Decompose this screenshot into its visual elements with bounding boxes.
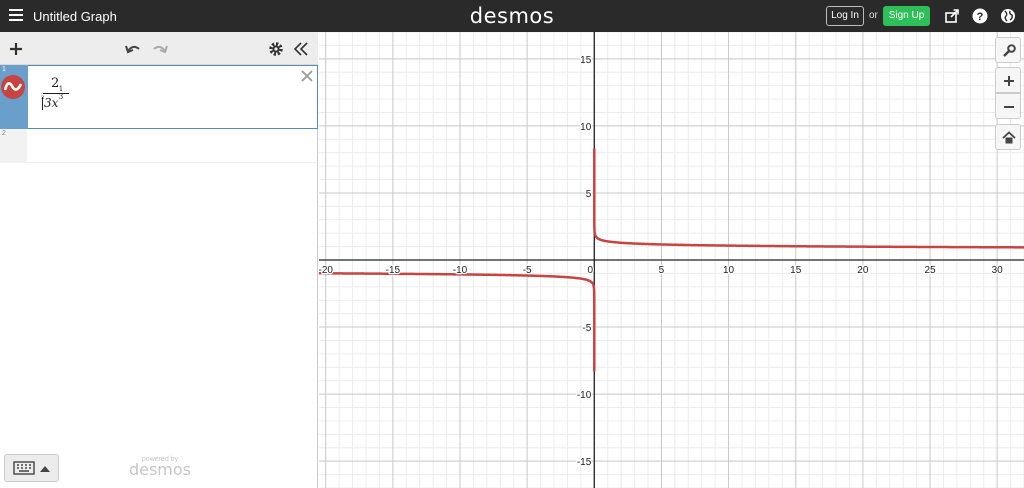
x-tick-label: 25 xyxy=(924,265,936,276)
menu-icon[interactable] xyxy=(9,9,23,23)
graph-toggle-icon[interactable] xyxy=(1,75,25,99)
powered-by-logo: desmos xyxy=(128,460,192,479)
zoom-out-button[interactable] xyxy=(995,93,1021,119)
add-icon[interactable] xyxy=(7,40,25,58)
expression-panel: 1 2 3 3x 1 3 xyxy=(0,32,318,488)
signup-button[interactable]: Sign Up xyxy=(883,6,930,26)
x-tick-label: -10 xyxy=(453,265,468,276)
graph-canvas[interactable]: -20 -15 -10 -5 0 5 10 15 20 25 30 15 10 5 -5 -10 -15 xyxy=(319,32,1024,488)
zoom-in-button[interactable] xyxy=(995,67,1021,93)
home-icon xyxy=(1002,131,1016,144)
radical-sign xyxy=(42,97,43,110)
math-exponent: 1 3 xyxy=(57,86,65,101)
x-tick-label: 5 xyxy=(659,265,665,276)
y-tick-label: -5 xyxy=(582,323,591,334)
login-button[interactable]: Log In xyxy=(826,6,864,26)
expression-math[interactable]: 2 3 3x 1 3 xyxy=(41,76,81,120)
keyboard-button[interactable] xyxy=(4,454,59,482)
exponent-denominator: 3 xyxy=(57,93,65,101)
expression-gutter: 2 xyxy=(0,129,27,163)
x-tick-label: 15 xyxy=(790,265,802,276)
top-bar: Untitled Graph desmos Log In or Sign Up … xyxy=(0,0,1024,32)
x-tick-label: 0 xyxy=(588,265,594,276)
x-tick-label: -20 xyxy=(319,265,333,276)
y-tick-label: 15 xyxy=(580,55,592,66)
y-tick-label: 5 xyxy=(586,189,592,200)
default-zoom-button[interactable] xyxy=(995,124,1021,150)
x-tick-label: -5 xyxy=(523,265,532,276)
svg-text:?: ? xyxy=(977,11,984,23)
collapse-icon[interactable] xyxy=(292,40,310,58)
exponent-numerator: 1 xyxy=(58,85,64,93)
y-tick-label: -15 xyxy=(577,457,592,468)
chevron-up-icon xyxy=(40,466,50,472)
expression-index: 1 xyxy=(2,66,6,73)
y-tick-label: -10 xyxy=(577,390,592,401)
gear-icon[interactable] xyxy=(267,40,285,58)
or-text: or xyxy=(869,10,878,21)
desmos-app: Untitled Graph desmos Log In or Sign Up … xyxy=(0,0,1024,488)
expression-row-1[interactable]: 1 2 3 3x 1 3 xyxy=(0,65,318,129)
keyboard-icon xyxy=(13,461,35,475)
y-axis-tick-labels: 15 10 5 -5 -10 -15 xyxy=(576,54,593,470)
share-icon[interactable] xyxy=(944,8,960,24)
powered-by: powered by desmos xyxy=(105,456,215,479)
x-tick-label: 30 xyxy=(992,265,1004,276)
x-tick-label: 10 xyxy=(723,265,735,276)
axes xyxy=(319,32,1024,488)
graph-paper[interactable]: -20 -15 -10 -5 0 5 10 15 20 25 30 15 10 5 -5 -10 -15 xyxy=(319,32,1024,488)
y-tick-label: 10 xyxy=(580,122,592,133)
wrench-icon xyxy=(1003,44,1016,57)
delete-icon[interactable] xyxy=(300,69,314,83)
zoom-in-icon xyxy=(1004,76,1014,86)
expression-row-2[interactable]: 2 xyxy=(0,129,318,163)
expression-index: 2 xyxy=(2,130,6,137)
curve-branch-left xyxy=(319,272,596,372)
x-tick-label: -15 xyxy=(386,265,401,276)
panel-toolbar xyxy=(0,32,318,65)
globe-icon[interactable] xyxy=(1000,8,1016,24)
graph-settings-button[interactable] xyxy=(995,37,1021,63)
x-tick-label: 20 xyxy=(857,265,869,276)
zoom-out-icon xyxy=(1004,106,1014,108)
expression-gutter: 1 xyxy=(0,65,28,129)
undo-icon[interactable] xyxy=(124,40,142,58)
graph-title[interactable]: Untitled Graph xyxy=(33,9,117,24)
redo-icon[interactable] xyxy=(151,40,169,58)
fraction-bar xyxy=(43,93,69,94)
help-icon[interactable]: ? xyxy=(972,8,988,24)
